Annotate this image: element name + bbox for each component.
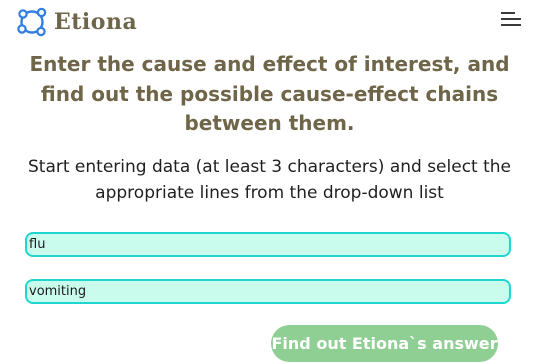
- find-answer-button[interactable]: Find out Etiona`s answer: [271, 325, 498, 362]
- effect-input[interactable]: [25, 279, 511, 304]
- molecule-ring-icon: [15, 6, 51, 38]
- logo[interactable]: Etiona: [15, 6, 137, 38]
- header: Etiona: [0, 0, 539, 44]
- logo-text: Etiona: [54, 9, 138, 35]
- instructions-text: Start entering data (at least 3 characte…: [27, 157, 512, 203]
- page: Etiona Enter the cause and effect of int…: [0, 0, 539, 364]
- page-headline: Enter the cause and effect of interest, …: [29, 52, 510, 135]
- cause-input[interactable]: [25, 232, 511, 257]
- hamburger-menu-icon[interactable]: [501, 12, 521, 26]
